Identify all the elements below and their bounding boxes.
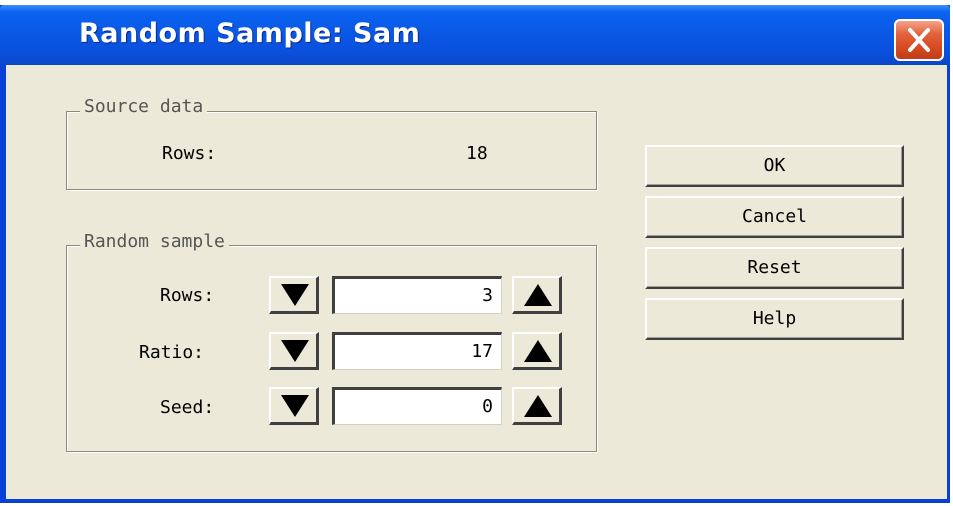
seed-increment-button[interactable]: [512, 387, 562, 425]
close-button[interactable]: [894, 19, 944, 61]
ok-button[interactable]: OK: [645, 145, 904, 187]
seed-decrement-button[interactable]: [269, 387, 319, 425]
source-rows-value: 18: [466, 143, 488, 164]
up-triangle-icon: [524, 284, 552, 306]
ratio-label: Ratio:: [139, 342, 205, 363]
ratio-increment-button[interactable]: [512, 332, 562, 370]
reset-button[interactable]: Reset: [645, 247, 904, 289]
seed-label: Seed:: [160, 397, 215, 418]
seed-input[interactable]: 0: [332, 387, 502, 425]
source-data-legend: Source data: [80, 96, 208, 117]
cancel-button[interactable]: Cancel: [645, 196, 904, 238]
source-data-group: [66, 111, 597, 190]
sample-rows-label: Rows:: [160, 285, 215, 306]
source-rows-label: Rows:: [162, 143, 217, 164]
help-button[interactable]: Help: [645, 298, 904, 340]
ratio-decrement-button[interactable]: [269, 332, 319, 370]
rows-input[interactable]: 3: [332, 276, 502, 314]
down-triangle-icon: [281, 340, 309, 362]
random-sample-legend: Random sample: [80, 231, 229, 252]
up-triangle-icon: [524, 340, 552, 362]
up-triangle-icon: [524, 395, 552, 417]
down-triangle-icon: [281, 284, 309, 306]
rows-decrement-button[interactable]: [269, 276, 319, 314]
close-icon: [908, 28, 930, 52]
window-title: Random Sample: Sam: [79, 18, 421, 49]
down-triangle-icon: [281, 395, 309, 417]
ratio-input[interactable]: 17: [332, 332, 502, 370]
rows-increment-button[interactable]: [512, 276, 562, 314]
title-bar[interactable]: Random Sample: Sam: [0, 5, 950, 65]
